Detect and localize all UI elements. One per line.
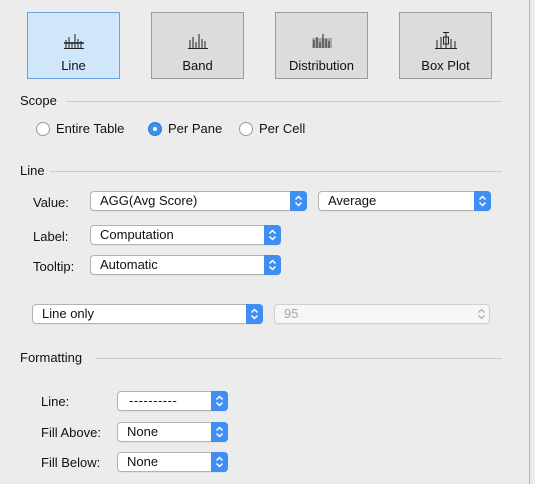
line-section-title: Line xyxy=(20,163,45,178)
radio-circle xyxy=(36,121,50,136)
confidence-type-select-text: Line only xyxy=(42,306,95,321)
formatting-divider xyxy=(95,358,502,359)
radio-circle xyxy=(239,121,253,136)
chevron-updown-icon xyxy=(211,422,228,442)
scope-divider xyxy=(66,101,502,102)
aggregation-select[interactable]: Average xyxy=(318,191,491,211)
window-edge xyxy=(529,0,530,484)
type-band-button[interactable]: Band xyxy=(151,12,244,79)
scope-per-cell-label: Per Cell xyxy=(259,121,306,136)
type-box-plot-label: Box Plot xyxy=(421,58,470,73)
tooltip-select-text: Automatic xyxy=(100,257,158,272)
label-select-text: Computation xyxy=(100,227,174,242)
chevron-updown-icon xyxy=(211,391,228,411)
type-line-button[interactable]: Line xyxy=(27,12,120,79)
label-select[interactable]: Computation xyxy=(90,225,281,245)
fill-above-label: Fill Above: xyxy=(41,425,101,440)
value-select-text: AGG(Avg Score) xyxy=(100,193,198,208)
tooltip-field-label: Tooltip: xyxy=(33,259,75,274)
chevron-updown-icon xyxy=(246,304,263,324)
line-divider xyxy=(50,171,502,172)
scope-entire-table-label: Entire Table xyxy=(56,121,125,136)
line-chart-icon xyxy=(63,29,85,49)
fill-below-select-text: None xyxy=(127,454,159,469)
confidence-type-select[interactable]: Line only xyxy=(32,304,263,324)
type-distribution-label: Distribution xyxy=(288,58,355,73)
value-select[interactable]: AGG(Avg Score) xyxy=(90,191,307,211)
label-field-label: Label: xyxy=(33,229,69,244)
scope-per-pane-radio[interactable]: Per Pane xyxy=(148,121,222,136)
scope-per-cell-radio[interactable]: Per Cell xyxy=(239,121,305,136)
box-plot-icon xyxy=(434,29,458,49)
chevron-updown-icon xyxy=(211,452,228,472)
distribution-chart-icon xyxy=(311,29,333,49)
dashed-line-swatch: ---------- xyxy=(129,393,178,408)
chevron-updown-icon xyxy=(264,225,281,245)
type-line-label: Line xyxy=(61,58,86,73)
confidence-value-select: 95 xyxy=(274,304,490,324)
line-style-select[interactable]: ---------- xyxy=(117,391,228,411)
chevron-updown-icon xyxy=(474,191,491,211)
fill-above-select-text: None xyxy=(127,424,159,439)
chevron-updown-icon xyxy=(290,191,307,211)
formatting-section-title: Formatting xyxy=(20,350,83,365)
aggregation-select-text: Average xyxy=(328,193,377,208)
value-label: Value: xyxy=(33,195,69,210)
line-style-label: Line: xyxy=(41,394,70,409)
radio-circle-selected xyxy=(148,121,162,136)
scope-section-title: Scope xyxy=(20,93,57,108)
fill-above-select[interactable]: None xyxy=(117,422,228,442)
tooltip-select[interactable]: Automatic xyxy=(90,255,281,275)
fill-below-select[interactable]: None xyxy=(117,452,228,472)
chevron-updown-icon xyxy=(264,255,281,275)
type-box-plot-button[interactable]: Box Plot xyxy=(399,12,492,79)
scope-per-pane-label: Per Pane xyxy=(168,121,223,136)
fill-below-label: Fill Below: xyxy=(41,455,101,470)
type-band-label: Band xyxy=(182,58,213,73)
chevron-updown-icon xyxy=(473,304,490,324)
scope-entire-table-radio[interactable]: Entire Table xyxy=(36,121,124,136)
confidence-value-text: 95 xyxy=(284,306,299,321)
type-distribution-button[interactable]: Distribution xyxy=(275,12,368,79)
band-chart-icon xyxy=(187,29,209,49)
